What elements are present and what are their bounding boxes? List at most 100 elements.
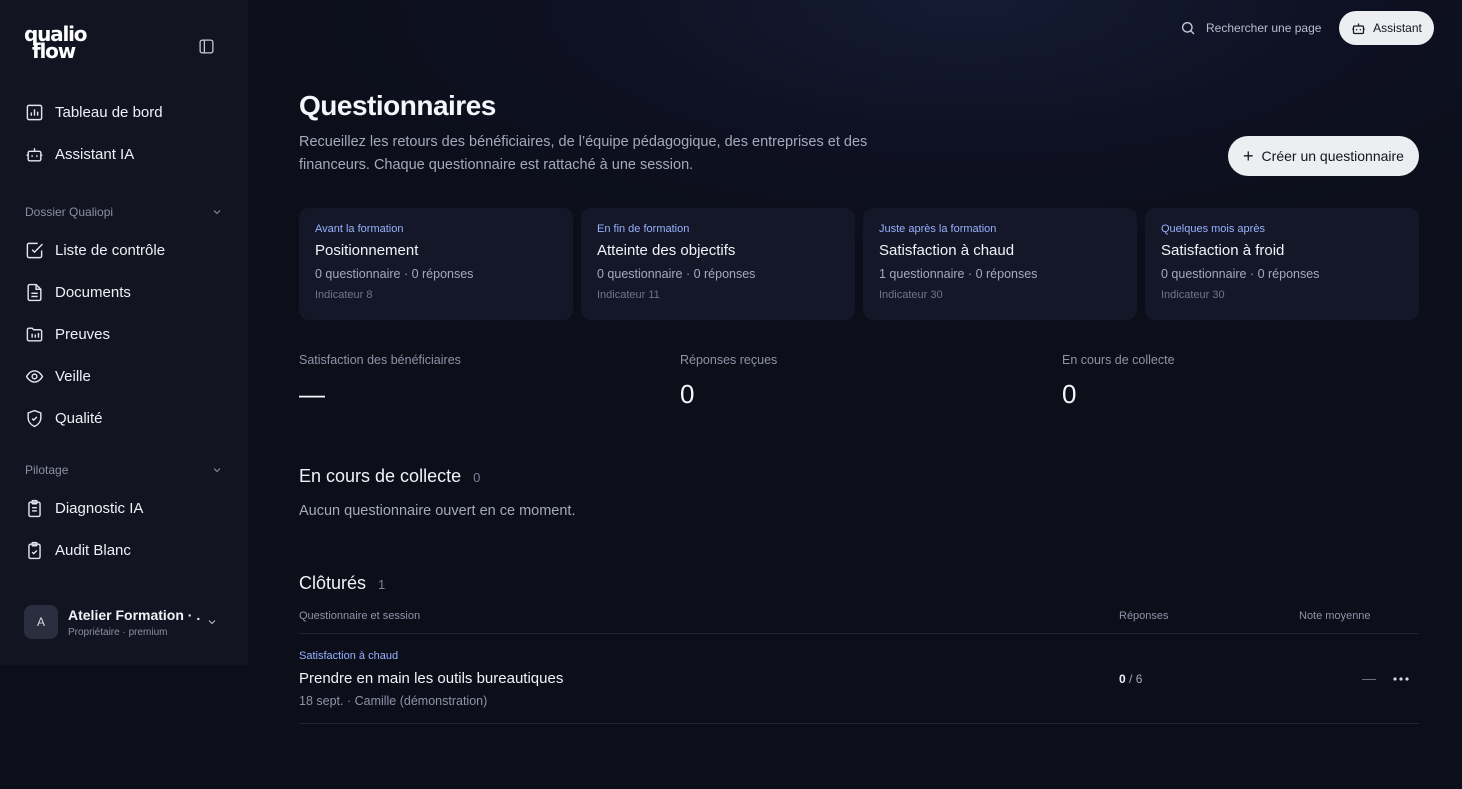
sidebar-item-label: Preuves [55,325,111,343]
robot-icon [24,144,44,164]
section-count: 0 [473,470,481,485]
chart-icon [24,102,44,122]
sidebar-item-audit-blanc[interactable]: Audit Blanc [24,538,131,562]
card-title: Satisfaction à chaud [879,242,1015,259]
card-positionnement[interactable]: Avant la formation Positionnement 0 ques… [299,208,573,320]
sidebar-toggle-icon[interactable] [196,36,216,56]
stat-value: 0 [1062,379,1077,409]
section-closed-title: Clôturés 1 [299,573,385,594]
clipboard-list-icon [24,498,44,518]
stat-value: 0 [680,379,695,409]
section-title: Clôturés [299,573,367,593]
card-indicator: Indicateur 30 [879,289,943,301]
assistant-button[interactable]: Assistant [1339,11,1434,45]
section-pilotage[interactable]: Pilotage [25,462,223,478]
table-row[interactable]: Satisfaction à chaud Prendre en main les… [299,634,1419,724]
sidebar-item-label: Diagnostic IA [55,499,144,517]
row-meta: 18 sept. · Camille (démonstration) [299,694,488,708]
sidebar-item-label: Veille [55,367,91,385]
card-stats: 0 questionnaire · 0 réponses [1161,267,1320,281]
column-header-rating: Note moyenne [1299,610,1371,622]
card-indicator: Indicateur 8 [315,289,373,301]
stat-satisfaction: Satisfaction des bénéficiaires — [299,353,461,410]
card-title: Satisfaction à froid [1161,242,1285,259]
row-responses: 0 / 6 [1119,672,1142,686]
sidebar-item-documents[interactable]: Documents [24,280,131,304]
sidebar-item-label: Liste de contrôle [55,241,166,259]
sidebar-item-label: Assistant IA [55,145,135,163]
section-title: En cours de collecte [299,466,462,486]
avatar: A [24,605,58,639]
clipboard-check-icon [24,540,44,560]
column-header-responses: Réponses [1119,610,1169,622]
page-title: Questionnaires [299,90,496,121]
card-satisfaction-chaud[interactable]: Juste après la formation Satisfaction à … [863,208,1137,320]
search-label: Rechercher une page [1206,21,1322,35]
card-stats: 1 questionnaire · 0 réponses [879,267,1038,281]
create-label: Créer un questionnaire [1261,148,1404,164]
card-stats: 0 questionnaire · 0 réponses [597,267,756,281]
sidebar-item-assistant[interactable]: Assistant IA [24,142,134,166]
card-title: Positionnement [315,242,419,259]
stat-label: Réponses reçues [680,353,778,367]
qualioflow-logo[interactable]: qualio flow [24,24,114,68]
logo-line2: flow [32,39,76,63]
assistant-label: Assistant [1373,21,1422,35]
column-header-questionnaire: Questionnaire et session [299,610,421,622]
account-name: Atelier Formation · ... [68,606,200,623]
create-questionnaire-button[interactable]: + Créer un questionnaire [1228,136,1419,176]
card-title: Atteinte des objectifs [597,242,736,259]
sidebar-item-veille[interactable]: Veille [24,364,91,388]
stat-label: Satisfaction des bénéficiaires [299,353,461,367]
sidebar-item-checklist[interactable]: Liste de contrôle [24,238,165,262]
sidebar-item-diagnostic[interactable]: Diagnostic IA [24,496,143,520]
section-label: Pilotage [25,463,69,477]
page-description: Recueillez les retours des bénéficiaires… [299,134,868,173]
folder-icon [24,324,44,344]
chevron-down-icon [208,620,216,625]
document-icon [24,282,44,302]
robot-icon [1351,21,1366,36]
sidebar-item-label: Qualité [55,409,103,427]
account-role: Propriétaire · premium [68,626,168,638]
card-indicator: Indicateur 11 [597,289,660,301]
card-kicker: Juste après la formation [879,223,997,235]
card-kicker: Avant la formation [315,223,404,235]
section-dossier-qualiopi[interactable]: Dossier Qualiopi [25,204,223,220]
section-count: 1 [378,577,386,592]
checkbox-icon [24,240,44,260]
row-kicker: Satisfaction à chaud [299,650,399,662]
card-kicker: En fin de formation [597,223,690,235]
sidebar-item-qualite[interactable]: Qualité [24,406,103,430]
card-atteinte-objectifs[interactable]: En fin de formation Atteinte des objecti… [581,208,855,320]
empty-message: Aucun questionnaire ouvert en ce moment. [299,503,576,519]
more-options-icon[interactable] [1391,672,1411,686]
row-title: Prendre en main les outils bureautiques [299,670,564,687]
sidebar-item-label: Tableau de bord [55,103,163,121]
card-kicker: Quelques mois après [1161,223,1265,235]
responses-total: / 6 [1129,672,1143,686]
section-label: Dossier Qualiopi [25,205,114,219]
stat-responses: Réponses reçues 0 [680,353,777,410]
search-button[interactable]: Rechercher une page [1180,18,1321,38]
sidebar-item-label: Documents [55,283,131,301]
stat-value: — [299,379,325,409]
sidebar-item-preuves[interactable]: Preuves [24,322,110,346]
row-rating: — [1362,670,1376,686]
chevron-down-icon [213,210,221,215]
section-ongoing-title: En cours de collecte 0 [299,466,480,487]
chevron-down-icon [213,468,221,473]
card-stats: 0 questionnaire · 0 réponses [315,267,474,281]
stat-label: En cours de collecte [1062,353,1175,367]
sidebar-item-label: Audit Blanc [55,541,131,559]
eye-icon [24,366,44,386]
plus-icon: + [1243,146,1254,166]
sidebar: qualio flow Tableau de bord Assistant IA… [0,0,248,665]
card-indicator: Indicateur 30 [1161,289,1225,301]
responses-received: 0 [1119,672,1126,686]
card-satisfaction-froid[interactable]: Quelques mois après Satisfaction à froid… [1145,208,1419,320]
search-icon [1180,20,1196,36]
sidebar-item-dashboard[interactable]: Tableau de bord [24,100,163,124]
stat-ongoing: En cours de collecte 0 [1062,353,1175,410]
account-switcher[interactable]: A Atelier Formation · ... Propriétaire ·… [24,603,224,641]
